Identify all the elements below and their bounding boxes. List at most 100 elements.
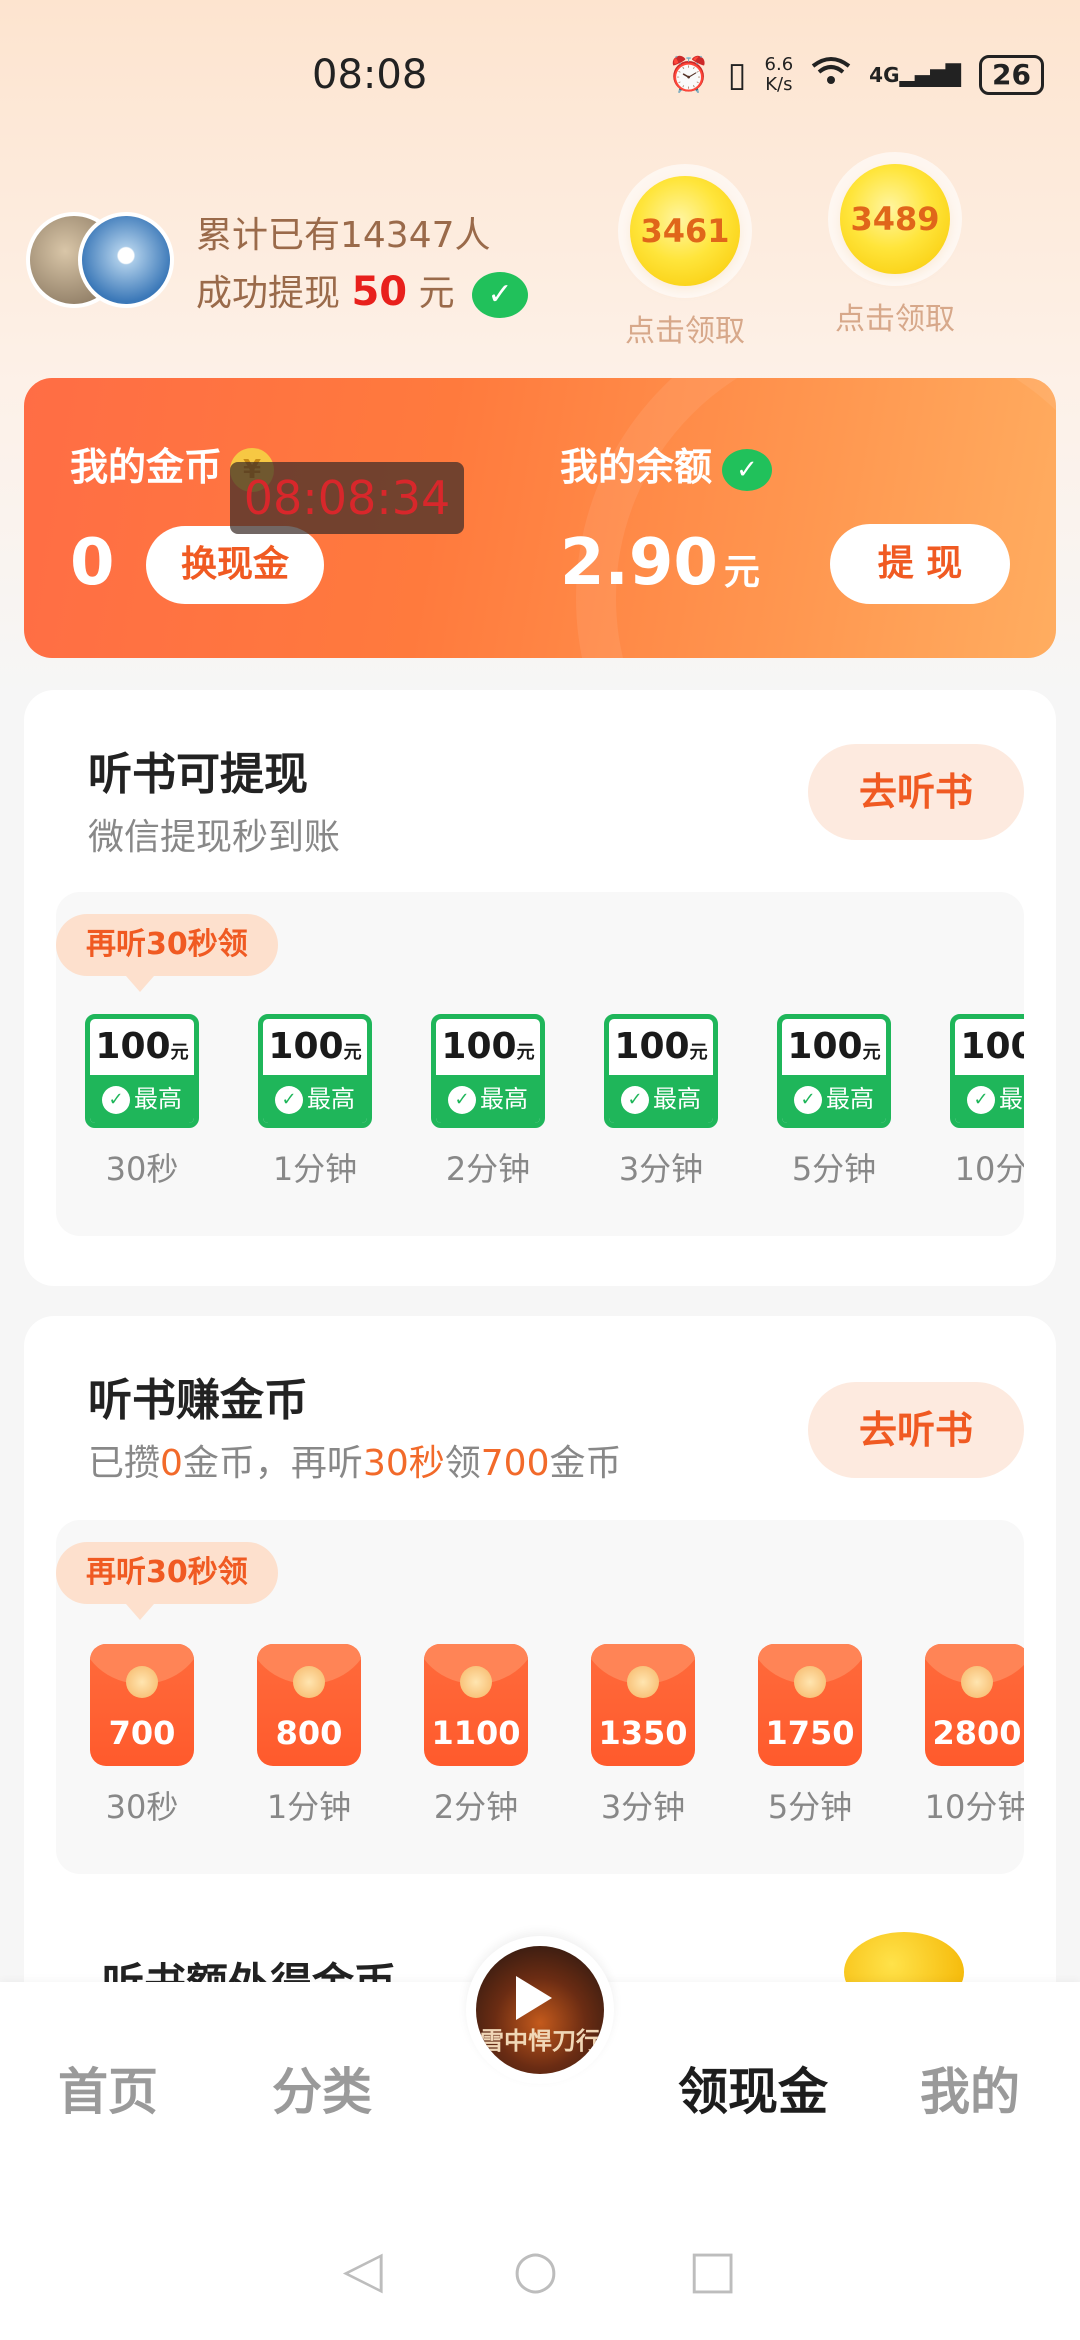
saved-coins: 0 (160, 1443, 183, 1484)
signal-label: 4G (869, 63, 900, 87)
milestone-time: 2分钟 (433, 1788, 519, 1826)
status-icons: ⏰ ▯ 6.6 K/s 4G▂▄▆█ 26 (667, 55, 1044, 95)
book-title: 雪中悍刀行 (480, 2027, 600, 2055)
cash-reward-card: 100元 ✓最高 (777, 1014, 891, 1128)
reward-amount: 800 (275, 1714, 343, 1752)
nav-category[interactable]: 分类 (272, 2052, 372, 2124)
coin-milestone[interactable]: 1750 5分钟 (750, 1644, 870, 1828)
milestone-time: 2分钟 (445, 1150, 531, 1188)
reward-unit: 元 (343, 1042, 362, 1063)
wechat-icon: ✓ (275, 1086, 303, 1114)
system-nav-bar: ◁ ○ □ (0, 2240, 1080, 2300)
reward-tag: 最高 (826, 1085, 874, 1113)
coin-icon: 3489 (840, 164, 950, 274)
status-time: 08:08 (312, 52, 428, 98)
wechat-icon: ✓ (621, 1086, 649, 1114)
coin-bubble-2[interactable]: 3489 点击领取 (820, 164, 970, 338)
coin-milestone-row: 700 30秒 800 1分钟 1100 2分钟 1350 3分钟 1750 5… (56, 1644, 1024, 1844)
reward-amount: 100 (441, 1026, 517, 1067)
coin-milestone[interactable]: 1100 2分钟 (416, 1644, 536, 1828)
card-subtitle: 微信提现秒到账 (88, 817, 341, 858)
red-envelope-icon: 700 (90, 1644, 194, 1766)
withdraw-milestone[interactable]: 100元 ✓ 最高 1分钟 (255, 1014, 375, 1190)
wechat-icon: ✓ (722, 448, 773, 491)
nav-home[interactable]: 首页 (58, 2052, 158, 2124)
reward-amount: 100 (787, 1026, 863, 1067)
battery-icon: 26 (979, 55, 1044, 95)
withdraw-milestone[interactable]: 100元 ✓ 最高 3分钟 (601, 1014, 721, 1190)
wechat-icon: ✓ (794, 1086, 822, 1114)
coin-claim-label: 点击领取 (835, 302, 955, 337)
my-balance-label: 我的余额 (560, 445, 713, 489)
reward-amount: 700 (108, 1714, 176, 1752)
cash-reward-card: 100元 ✓最高 (258, 1014, 372, 1128)
milestone-time: 1分钟 (272, 1150, 358, 1188)
subtitle-text: 已攒 (88, 1443, 161, 1484)
remaining-time: 30秒 (362, 1443, 445, 1484)
reward-amount: 100 (268, 1026, 344, 1067)
recents-icon[interactable]: □ (688, 2240, 737, 2300)
withdraw-milestone[interactable]: 100元 ✓ 最高 30秒 (82, 1014, 202, 1190)
subtitle-text: 金币，再听 (182, 1443, 363, 1484)
withdraw-amount: 50 (351, 269, 408, 315)
my-balance-value: 2.90 元 (560, 526, 760, 600)
coin-milestone[interactable]: 800 1分钟 (249, 1644, 369, 1828)
reward-amount: 100 (960, 1026, 1024, 1067)
withdraw-prefix: 成功提现 (196, 273, 352, 314)
wifi-icon (811, 55, 851, 95)
battery-level: 26 (992, 58, 1031, 91)
withdraw-unit: 元 (407, 273, 455, 314)
milestone-time: 3分钟 (600, 1788, 686, 1826)
red-envelope-icon: 1350 (591, 1644, 695, 1766)
balance-unit: 元 (723, 552, 760, 593)
withdraw-milestone[interactable]: 100元 ✓ 最高 5分钟 (774, 1014, 894, 1190)
audio-player-button[interactable]: 雪中悍刀行 (466, 1936, 614, 2084)
tip-bubble: 再听30秒领 (56, 914, 278, 992)
exchange-cash-button[interactable]: 换现金 (146, 526, 324, 604)
withdraw-button[interactable]: 提 现 (830, 524, 1010, 604)
milestone-time: 3分钟 (618, 1150, 704, 1188)
card-title: 听书可提现 (88, 749, 308, 800)
coin-milestone[interactable]: 1350 3分钟 (583, 1644, 703, 1828)
coin-milestone[interactable]: 2800 10分钟 (917, 1644, 1024, 1828)
timer-overlay: 08:08:34 (230, 462, 464, 534)
my-balance-title: 我的余额 ✓ (560, 436, 773, 491)
nav-get-cash[interactable]: 领现金 (678, 2052, 828, 2124)
withdraw-count-text: 累计已有14347人 (196, 215, 491, 256)
reward-tag: 最高 (134, 1085, 182, 1113)
back-icon[interactable]: ◁ (343, 2240, 383, 2300)
coin-milestone[interactable]: 700 30秒 (82, 1644, 202, 1828)
reward-amount: 100 (614, 1026, 690, 1067)
reward-tag: 最高 (999, 1085, 1024, 1113)
withdraw-milestone[interactable]: 100元 ✓最高 10分钟 (947, 1014, 1024, 1190)
cash-reward-card: 100元 ✓最高 (431, 1014, 545, 1128)
go-listen-button[interactable]: 去听书 (808, 1382, 1024, 1478)
withdraw-amount-line: 成功提现 50 元 ✓ (196, 264, 529, 322)
net-speed-value: 6.6 (764, 54, 794, 75)
reward-amount: 1100 (431, 1714, 521, 1752)
milestone-time: 1分钟 (266, 1788, 352, 1826)
balance-amount: 2.90 (560, 526, 718, 600)
balance-card: 我的金币¥ 0 换现金 我的余额✓ 2.90元 提 现 (24, 378, 1056, 658)
net-speed-unit: K/s (765, 74, 793, 95)
milestone-time: 10分钟 (924, 1788, 1024, 1826)
coin-claim-label: 点击领取 (625, 314, 745, 349)
wechat-icon: ✓ (448, 1086, 476, 1114)
withdraw-milestone[interactable]: 100元 ✓ 最高 2分钟 (428, 1014, 548, 1190)
nav-mine[interactable]: 我的 (920, 2052, 1020, 2124)
reward-tag: 最高 (480, 1085, 528, 1113)
tip-bubble: 再听30秒领 (56, 1542, 278, 1620)
listen-coins-card: 听书赚金币 已攒0金币，再听30秒领700金币 去听书 再听30秒领 700 3… (24, 1316, 1056, 2016)
listen-withdraw-card: 听书可提现 微信提现秒到账 去听书 再听30秒领 100元 ✓ 最高 30秒 10… (24, 690, 1056, 1286)
play-icon (516, 1976, 552, 2020)
net-speed: 6.6 K/s (765, 55, 794, 95)
home-icon[interactable]: ○ (513, 2240, 558, 2300)
coin-bubble-1[interactable]: 3461 点击领取 (610, 176, 760, 350)
withdraw-milestone-row: 100元 ✓ 最高 30秒 100元 ✓ 最高 1分钟 100元 ✓ 最高 2分钟 (56, 1014, 1024, 1214)
wechat-icon: ✓ (472, 272, 529, 318)
reward-amount: 100 (95, 1026, 171, 1067)
card-subtitle: 已攒0金币，再听30秒领700金币 (88, 1434, 622, 1486)
milestone-time: 30秒 (105, 1788, 179, 1826)
reward-unit: 元 (862, 1042, 881, 1063)
go-listen-button[interactable]: 去听书 (808, 744, 1024, 840)
